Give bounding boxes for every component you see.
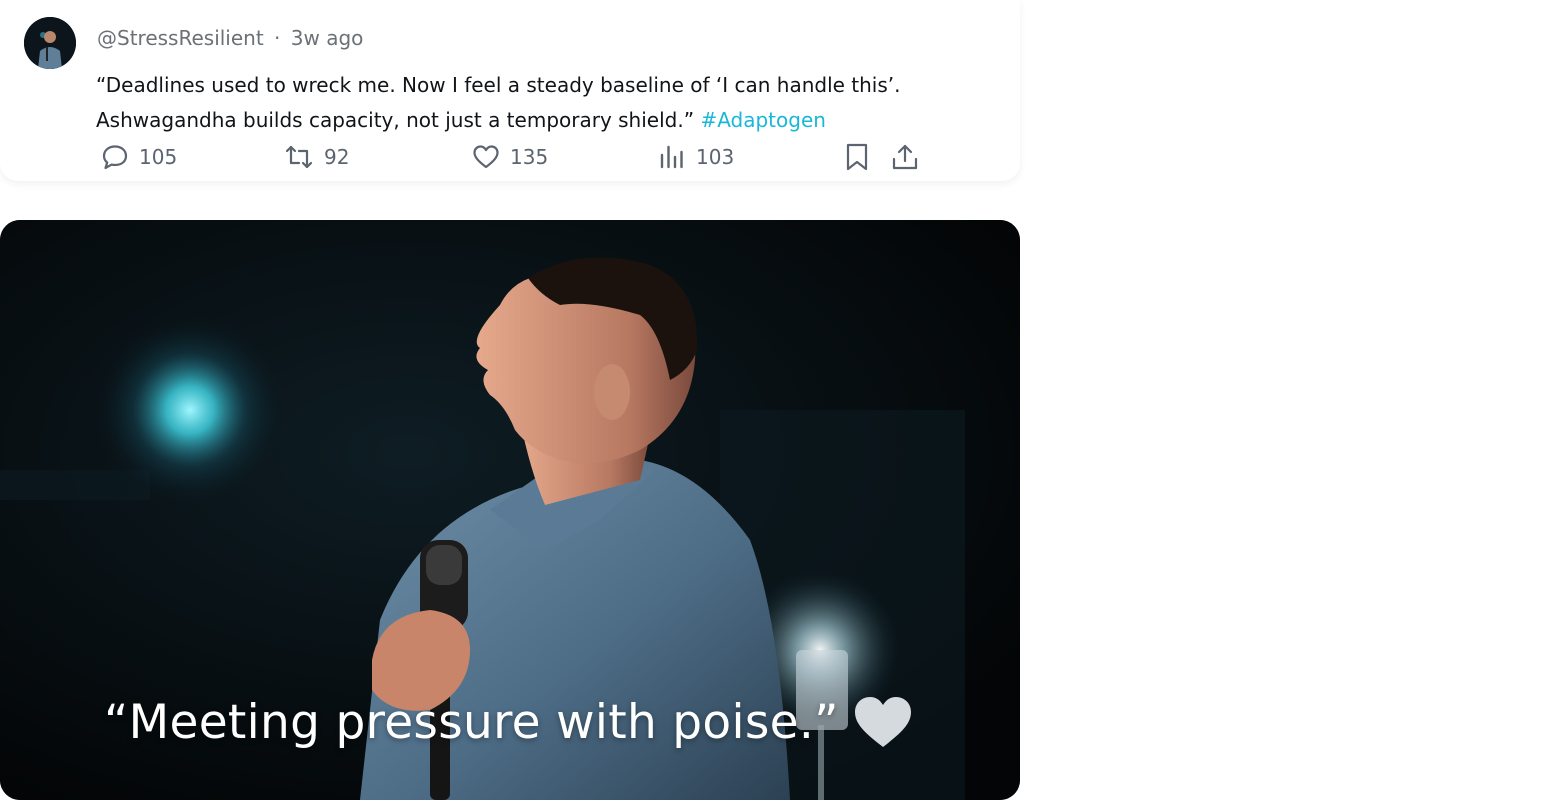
post-text-line-1: “Deadlines used to wreck me. Now I feel … bbox=[96, 73, 901, 97]
bookmark-icon bbox=[846, 143, 868, 171]
like-count: 135 bbox=[510, 145, 549, 169]
repost-icon bbox=[285, 145, 313, 169]
post-media-image[interactable]: “Meeting pressure with poise.” bbox=[0, 220, 1020, 800]
action-bar: 105 92 135 103 bbox=[0, 140, 1020, 174]
repost-button[interactable]: 92 bbox=[284, 140, 349, 174]
meta-separator: · bbox=[274, 26, 281, 50]
hashtag-link[interactable]: #Adaptogen bbox=[700, 108, 826, 132]
repost-count: 92 bbox=[324, 145, 350, 169]
share-upload-icon bbox=[892, 144, 918, 170]
post-meta: @StressResilient · 3w ago bbox=[97, 26, 363, 50]
user-handle[interactable]: @StressResilient bbox=[97, 26, 264, 50]
post-timestamp[interactable]: 3w ago bbox=[291, 26, 364, 50]
speech-bubble-icon bbox=[102, 145, 128, 170]
white-heart-icon bbox=[854, 697, 911, 747]
heart-icon bbox=[473, 145, 499, 169]
avatar[interactable] bbox=[24, 17, 76, 69]
bar-chart-icon bbox=[660, 145, 683, 169]
views-button[interactable]: 103 bbox=[658, 140, 734, 174]
post-card: @StressResilient · 3w ago “Deadlines use… bbox=[0, 0, 1020, 181]
share-button[interactable] bbox=[891, 140, 919, 174]
like-button[interactable]: 135 bbox=[472, 140, 548, 174]
reply-button[interactable]: 105 bbox=[101, 140, 177, 174]
post-body: “Deadlines used to wreck me. Now I feel … bbox=[96, 68, 996, 138]
media-caption: “Meeting pressure with poise.” bbox=[104, 692, 913, 752]
reply-count: 105 bbox=[139, 145, 178, 169]
caption-text: “Meeting pressure with poise.” bbox=[104, 694, 839, 750]
views-count: 103 bbox=[696, 145, 735, 169]
post-text-line-2: Ashwagandha builds capacity, not just a … bbox=[96, 108, 695, 132]
bookmark-button[interactable] bbox=[843, 140, 871, 174]
